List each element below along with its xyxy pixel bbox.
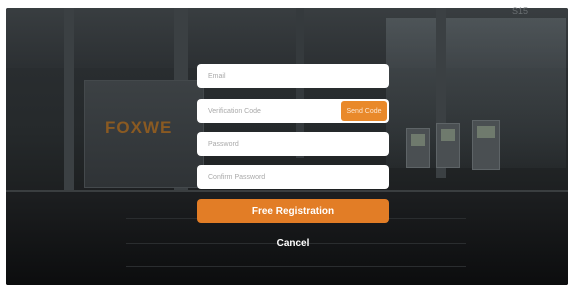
email-placeholder: Email: [208, 72, 226, 80]
background-tester-device: [472, 120, 500, 170]
background-brand-text: FOXWE: [105, 118, 173, 137]
send-code-button[interactable]: Send Code: [341, 101, 387, 121]
background-bench-edge: [6, 190, 568, 192]
free-registration-button[interactable]: Free Registration: [197, 199, 389, 223]
confirm-password-field[interactable]: Confirm Password: [197, 165, 389, 189]
background-tester-device: [406, 128, 430, 168]
cancel-button[interactable]: Cancel: [262, 234, 324, 252]
verification-code-field[interactable]: Verification Code Send Code: [197, 99, 389, 123]
background-pillar: [64, 8, 74, 208]
email-field[interactable]: Email: [197, 64, 389, 88]
verification-code-placeholder: Verification Code: [208, 107, 261, 115]
background-tester-device: [436, 123, 460, 168]
confirm-password-placeholder: Confirm Password: [208, 173, 266, 181]
background-corner-mark: S15: [512, 6, 529, 16]
background-drawer-line: [126, 266, 466, 267]
password-placeholder: Password: [208, 140, 239, 148]
password-field[interactable]: Password: [197, 132, 389, 156]
